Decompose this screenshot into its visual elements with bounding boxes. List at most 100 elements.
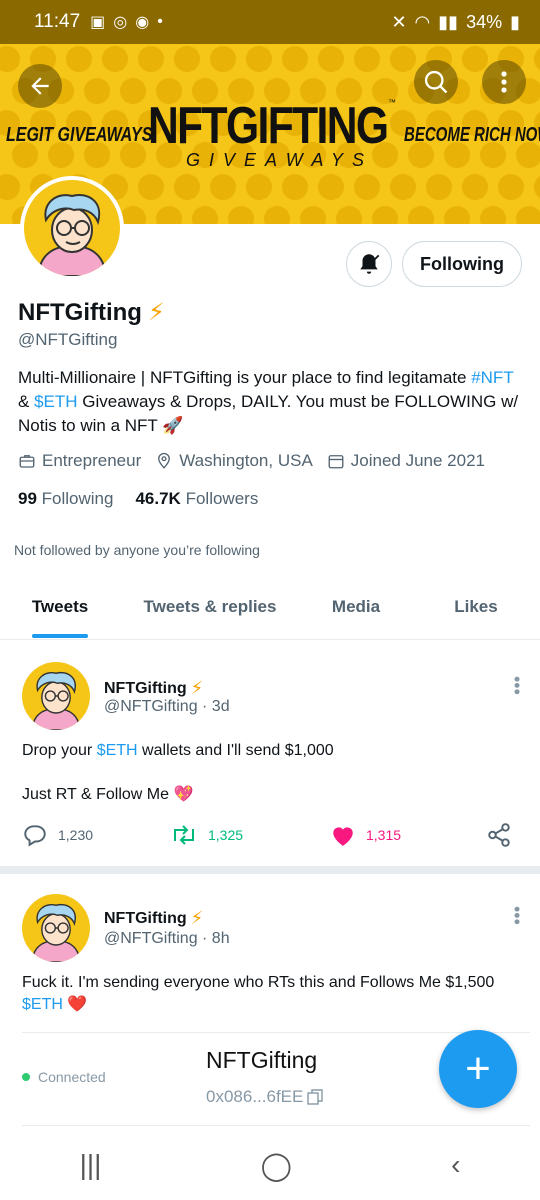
like-button[interactable]: 1,315 (330, 823, 486, 847)
share-button[interactable] (486, 822, 512, 848)
back-nav-icon[interactable]: ‹ (451, 1149, 460, 1181)
banner-coin-icon (264, 206, 290, 224)
reply-icon (24, 825, 46, 847)
profile-location: Washington, USA (179, 451, 313, 470)
hashtag-link[interactable]: #NFT (471, 368, 513, 387)
following-count-link[interactable]: 99 Following (18, 489, 113, 509)
compose-tweet-button[interactable]: + (439, 1030, 517, 1108)
profile-meta: Entrepreneur Washington, USA Joined June… (18, 451, 485, 471)
banner-coin-icon (408, 206, 434, 224)
banner-coin-icon (300, 206, 326, 224)
profile-name: NFTGifting ⚡ (18, 298, 165, 327)
status-time: 11:47 (34, 11, 81, 32)
banner-coin-icon (354, 174, 380, 200)
wallet-status: Connected (22, 1069, 106, 1085)
banner-coin-icon (282, 174, 308, 200)
retweet-icon (174, 825, 194, 845)
home-icon[interactable]: ◯ (261, 1149, 292, 1182)
banner-coin-icon (210, 46, 236, 72)
banner-coin-icon (174, 174, 200, 200)
profile-occupation: Entrepreneur (42, 451, 142, 470)
banner-coin-icon (480, 206, 506, 224)
banner-coin-icon (138, 46, 164, 72)
tab-tweets[interactable]: Tweets (31, 580, 89, 638)
banner-coin-icon (66, 46, 92, 72)
cashtag-link[interactable]: $ETH (97, 742, 138, 759)
tab-tweets-replies[interactable]: Tweets & replies (144, 580, 277, 634)
profile-handle: @NFTGifting (18, 330, 118, 349)
banner-coin-icon (498, 174, 524, 200)
banner-coin-icon (192, 206, 218, 224)
follow-counts: 99 Following 46.7K Followers (18, 489, 258, 509)
tweet-2[interactable]: NFTGifting ⚡ @NFTGifting · 8h ••• Fuck it… (0, 874, 540, 1034)
banner-coin-icon (516, 206, 540, 224)
tweet-1[interactable]: NFTGifting ⚡ @NFTGifting · 3d ••• Drop yo… (0, 640, 540, 866)
not-followed-note: Not followed by anyone you’re following (14, 542, 260, 558)
banner-coin-icon (0, 46, 20, 72)
share-icon (488, 823, 510, 847)
profile-avatar[interactable] (20, 176, 124, 280)
notifications-bell-button[interactable] (346, 241, 392, 287)
instagram-icon: ◎ (113, 14, 128, 31)
banner-coin-icon (462, 46, 488, 72)
copy-icon[interactable] (307, 1089, 324, 1105)
banner-coin-icon (534, 46, 540, 72)
retweet-count: 1,325 (208, 827, 244, 843)
tweet-author[interactable]: NFTGifting ⚡ (104, 678, 203, 699)
tab-media[interactable]: Media (332, 580, 380, 634)
banner-coin-icon (246, 174, 272, 200)
arrow-left-icon (31, 77, 49, 95)
banner-coin-icon (534, 174, 540, 200)
tweet-more-icon[interactable]: ••• (506, 906, 527, 925)
system-nav-bar: ||| ◯ ‹ (0, 1130, 540, 1200)
cashtag-link[interactable]: $ETH (34, 392, 77, 411)
search-icon (424, 70, 448, 94)
lightning-icon: ⚡ (147, 299, 165, 326)
banner-title: NFTGIFTING (148, 97, 389, 155)
more-options-button[interactable] (482, 60, 526, 104)
tweet-author[interactable]: NFTGifting ⚡ (104, 908, 203, 929)
banner-coin-icon (246, 46, 272, 72)
connected-dot-icon (22, 1073, 30, 1081)
avatar-illustration (31, 903, 81, 962)
banner-coin-icon (120, 206, 146, 224)
profile-bio: Multi-Millionaire | NFTGifting is your p… (18, 368, 519, 435)
banner-coin-icon (318, 174, 344, 200)
tweet-text: Drop your $ETH wallets and I'll send $1,… (22, 742, 334, 759)
tweet-avatar[interactable] (22, 894, 90, 962)
tab-likes[interactable]: Likes (454, 580, 497, 634)
profile-tabs: Tweets Tweets & replies Media Likes (0, 580, 540, 640)
tweet-avatar[interactable] (22, 662, 90, 730)
more-vertical-icon (501, 71, 507, 93)
signal-icon: ▮▮ (438, 11, 459, 32)
recent-apps-icon[interactable]: ||| (80, 1149, 102, 1181)
banner-coin-icon (102, 46, 128, 72)
banner-left-tagline: LEGIT GIVEAWAYS (6, 124, 153, 146)
like-count: 1,315 (366, 827, 402, 843)
banner-coin-icon (444, 206, 470, 224)
lightning-icon: ⚡ (190, 908, 204, 928)
tweet-more-icon[interactable]: ••• (506, 676, 527, 695)
back-button[interactable] (18, 64, 62, 108)
briefcase-icon (19, 455, 35, 468)
reply-button[interactable]: 1,230 (22, 822, 170, 848)
wallet-address[interactable]: 0x086...6fEE (206, 1087, 324, 1107)
tweet-divider (0, 866, 540, 874)
avatar-illustration (31, 671, 81, 730)
followers-count-link[interactable]: 46.7K Followers (135, 489, 258, 509)
following-button[interactable]: Following (402, 241, 522, 287)
banner-coin-icon (462, 174, 488, 200)
search-button[interactable] (414, 60, 458, 104)
battery-level: 34% (466, 11, 503, 32)
retweet-button[interactable]: 1,325 (170, 823, 330, 847)
banner-coin-icon (426, 174, 452, 200)
lightning-icon: ⚡ (190, 678, 204, 698)
reply-count: 1,230 (58, 827, 94, 843)
banner-coin-icon (174, 46, 200, 72)
banner-coin-icon (210, 174, 236, 200)
banner-coin-icon (318, 46, 344, 72)
avatar-illustration (36, 194, 108, 276)
cashtag-link[interactable]: $ETH (22, 996, 63, 1013)
banner-coin-icon (372, 206, 398, 224)
banner-coin-icon (156, 206, 182, 224)
